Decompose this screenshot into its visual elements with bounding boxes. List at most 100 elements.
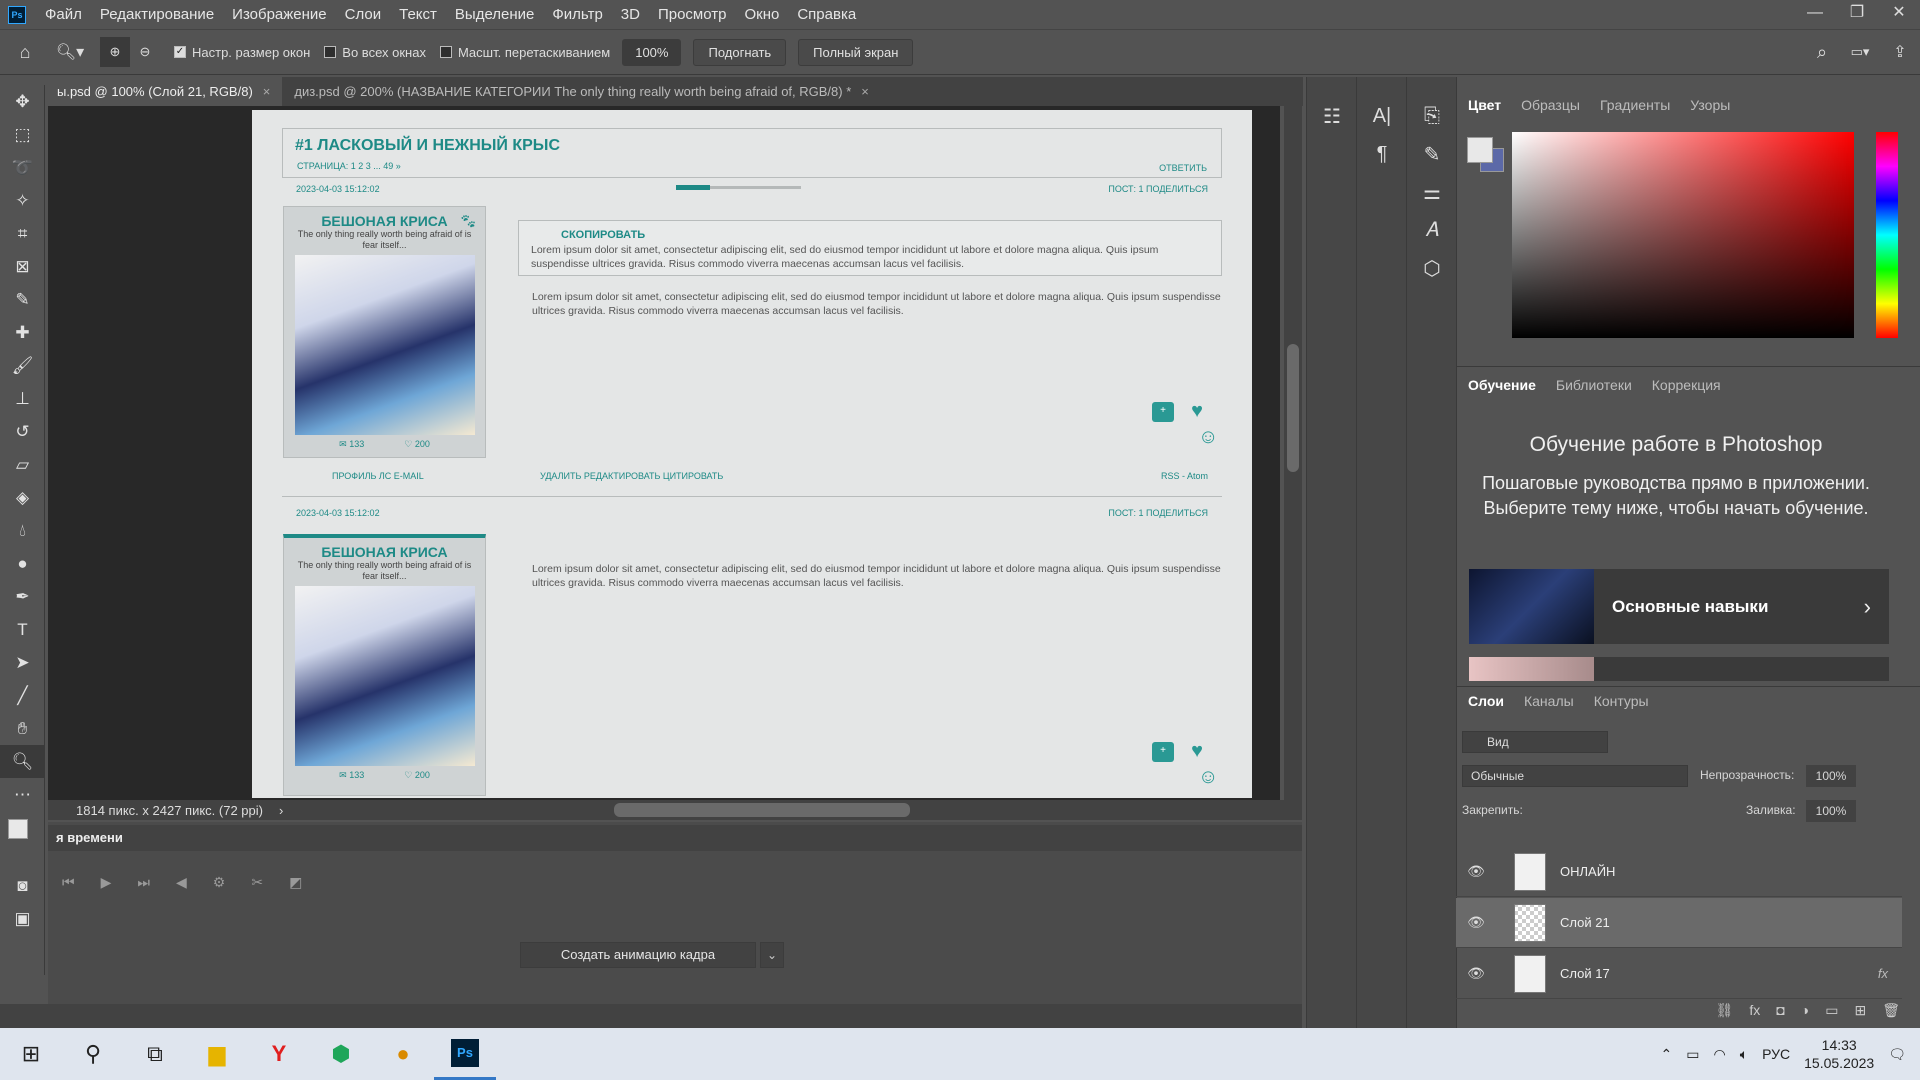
fill-field[interactable]: 100% bbox=[1806, 800, 1856, 822]
blur-tool-icon[interactable]: 💧︎ bbox=[0, 514, 45, 547]
settings-icon[interactable]: ⚙ bbox=[213, 874, 226, 891]
battery-icon[interactable]: ▭ bbox=[1686, 1046, 1699, 1063]
home-icon[interactable]: ⌂ bbox=[0, 42, 50, 63]
scrubby-zoom-checkbox[interactable]: Масшт. перетаскиванием bbox=[439, 45, 610, 60]
restore-icon[interactable]: ❐ bbox=[1836, 0, 1878, 29]
tab-channels[interactable]: Каналы bbox=[1524, 693, 1574, 709]
hand-tool-icon[interactable]: ✋︎ bbox=[0, 712, 45, 745]
close-icon[interactable]: ✕ bbox=[1878, 0, 1920, 29]
volume-icon[interactable]: 🔈︎ bbox=[1740, 1046, 1748, 1063]
hue-slider[interactable] bbox=[1876, 132, 1898, 338]
wifi-icon[interactable]: ◠ bbox=[1713, 1046, 1725, 1063]
transition-icon[interactable]: ◩ bbox=[289, 874, 302, 891]
quick-mask-icon[interactable]: ◙ bbox=[0, 869, 45, 902]
stamp-tool-icon[interactable]: ⊥ bbox=[0, 382, 45, 415]
menu-type[interactable]: Текст bbox=[390, 6, 446, 23]
profile-links[interactable]: ПРОФИЛЬ ЛС E-MAIL bbox=[332, 471, 424, 481]
layer-row[interactable]: 👁︎ Слой 17 fx bbox=[1456, 949, 1902, 999]
marquee-tool-icon[interactable]: ⬚ bbox=[0, 118, 45, 151]
heart-icon[interactable]: ♥ bbox=[1186, 401, 1208, 422]
tab-document-2[interactable]: диз.psd @ 200% (НАЗВАНИЕ КАТЕГОРИИ The o… bbox=[282, 77, 881, 106]
zoom-tool-preset-icon[interactable]: 🔍︎▾ bbox=[50, 42, 90, 62]
menu-view[interactable]: Просмотр bbox=[649, 6, 736, 23]
photoshop-taskbar-icon[interactable]: Ps bbox=[434, 1028, 496, 1080]
history-brush-tool-icon[interactable]: ↺ bbox=[0, 415, 45, 448]
path-selection-tool-icon[interactable]: ➤ bbox=[0, 646, 45, 679]
share-icon[interactable]: ⇪ bbox=[1880, 42, 1920, 62]
search-icon[interactable]: ⚲ bbox=[62, 1028, 124, 1080]
tab-adjustments[interactable]: Коррекция bbox=[1652, 377, 1721, 393]
tab-patterns[interactable]: Узоры bbox=[1690, 97, 1730, 113]
app-1c-icon[interactable]: ● bbox=[372, 1028, 434, 1080]
clock[interactable]: 14:33 15.05.2023 bbox=[1804, 1036, 1874, 1072]
create-frame-animation-button[interactable]: Создать анимацию кадра bbox=[520, 942, 756, 968]
emoji-add-icon[interactable]: ☺ bbox=[1198, 426, 1218, 449]
menu-edit[interactable]: Редактирование bbox=[91, 6, 223, 23]
first-frame-icon[interactable]: ⏮ bbox=[62, 874, 75, 891]
zoom-in-icon[interactable]: ⊕ bbox=[100, 37, 130, 67]
notifications-icon[interactable]: 🗨︎ bbox=[1888, 1046, 1906, 1063]
add-style-icon[interactable]: fx bbox=[1749, 1002, 1760, 1026]
comment-icon[interactable]: + bbox=[1152, 742, 1174, 762]
history-icon[interactable]: ⎘ bbox=[1407, 97, 1457, 135]
eraser-tool-icon[interactable]: ▱ bbox=[0, 448, 45, 481]
post-meta[interactable]: ПОСТ: 1 ПОДЕЛИТЬСЯ bbox=[1108, 508, 1208, 518]
line-tool-icon[interactable]: ╱ bbox=[0, 679, 45, 712]
layer-filter-select[interactable]: Вид bbox=[1462, 731, 1608, 753]
menu-select[interactable]: Выделение bbox=[446, 6, 543, 23]
magic-wand-tool-icon[interactable]: ✧ bbox=[0, 184, 45, 217]
audio-icon[interactable]: ◀ bbox=[176, 874, 187, 891]
rss-link[interactable]: RSS - Atom bbox=[1161, 471, 1208, 481]
minimize-icon[interactable]: — bbox=[1794, 0, 1836, 29]
menu-window[interactable]: Окно bbox=[735, 6, 788, 23]
tab-color[interactable]: Цвет bbox=[1468, 97, 1501, 113]
author-name[interactable]: БЕШОНАЯ КРИСА bbox=[284, 213, 485, 229]
visibility-eye-icon[interactable]: 👁︎ bbox=[1456, 965, 1496, 982]
tab-gradients[interactable]: Градиенты bbox=[1600, 97, 1670, 113]
new-layer-icon[interactable]: ⊞ bbox=[1854, 1002, 1866, 1026]
app-hexagon-icon[interactable]: ⬢ bbox=[310, 1028, 372, 1080]
post-actions[interactable]: УДАЛИТЬ РЕДАКТИРОВАТЬ ЦИТИРОВАТЬ bbox=[540, 471, 723, 481]
opacity-field[interactable]: 100% bbox=[1806, 765, 1856, 787]
tab-learn[interactable]: Обучение bbox=[1468, 377, 1536, 393]
eyedropper-tool-icon[interactable]: ✎ bbox=[0, 283, 45, 316]
adjustments-icon[interactable]: ⚌ bbox=[1407, 173, 1457, 211]
heart-icon[interactable]: ♥ bbox=[1186, 741, 1208, 762]
menu-file[interactable]: Файл bbox=[36, 6, 91, 23]
document-canvas[interactable]: #1 ЛАСКОВЫЙ И НЕЖНЫЙ КРЫС СТРАНИЦА: 1 2 … bbox=[252, 110, 1252, 798]
resize-windows-checkbox[interactable]: ✓ Настр. размер окон bbox=[174, 45, 310, 60]
paragraph-icon[interactable]: ¶ bbox=[1357, 135, 1407, 173]
search-icon[interactable]: ⌕ bbox=[1804, 42, 1840, 63]
scroll-thumb[interactable] bbox=[1287, 344, 1299, 472]
fit-screen-button[interactable]: Подогнать bbox=[693, 38, 787, 66]
dodge-tool-icon[interactable]: ● bbox=[0, 547, 45, 580]
layer-row[interactable]: 👁︎ ОНЛАЙН bbox=[1456, 847, 1902, 897]
emoji-add-icon[interactable]: ☺ bbox=[1198, 766, 1218, 789]
quote-title[interactable]: СКОПИРОВАТЬ bbox=[561, 229, 645, 241]
more-tools-icon[interactable]: ⋯ bbox=[0, 778, 45, 811]
add-mask-icon[interactable]: ◘ bbox=[1776, 1002, 1784, 1026]
comment-icon[interactable]: + bbox=[1152, 402, 1174, 422]
split-icon[interactable]: ✂ bbox=[251, 874, 263, 891]
fullscreen-button[interactable]: Полный экран bbox=[798, 38, 914, 66]
visibility-eye-icon[interactable]: 👁︎ bbox=[1456, 914, 1496, 931]
horizontal-scroll-thumb[interactable] bbox=[614, 803, 910, 817]
frame-tool-icon[interactable]: ⊠ bbox=[0, 250, 45, 283]
menu-3d[interactable]: 3D bbox=[612, 6, 649, 23]
tab-layers[interactable]: Слои bbox=[1468, 693, 1504, 709]
chevron-down-icon[interactable]: ⌄ bbox=[760, 942, 784, 968]
tab-swatches[interactable]: Образцы bbox=[1521, 97, 1580, 113]
zoom-out-icon[interactable]: ⊖ bbox=[130, 44, 160, 60]
yandex-browser-icon[interactable]: Y bbox=[248, 1028, 310, 1080]
author-name[interactable]: БЕШОНАЯ КРИСА bbox=[284, 544, 485, 560]
learn-card-next[interactable] bbox=[1469, 657, 1889, 681]
menu-filter[interactable]: Фильтр bbox=[543, 6, 611, 23]
character-icon[interactable]: A| bbox=[1357, 97, 1407, 135]
play-icon[interactable]: ▶ bbox=[101, 874, 112, 891]
3d-icon[interactable]: ⬡ bbox=[1407, 249, 1457, 287]
color-picker-field[interactable] bbox=[1512, 132, 1854, 338]
foreground-color-icon[interactable] bbox=[1467, 137, 1493, 163]
visibility-eye-icon[interactable]: 👁︎ bbox=[1456, 863, 1496, 880]
all-windows-checkbox[interactable]: Во всех окнах bbox=[324, 45, 426, 60]
type-tool-icon[interactable]: T bbox=[0, 613, 45, 646]
